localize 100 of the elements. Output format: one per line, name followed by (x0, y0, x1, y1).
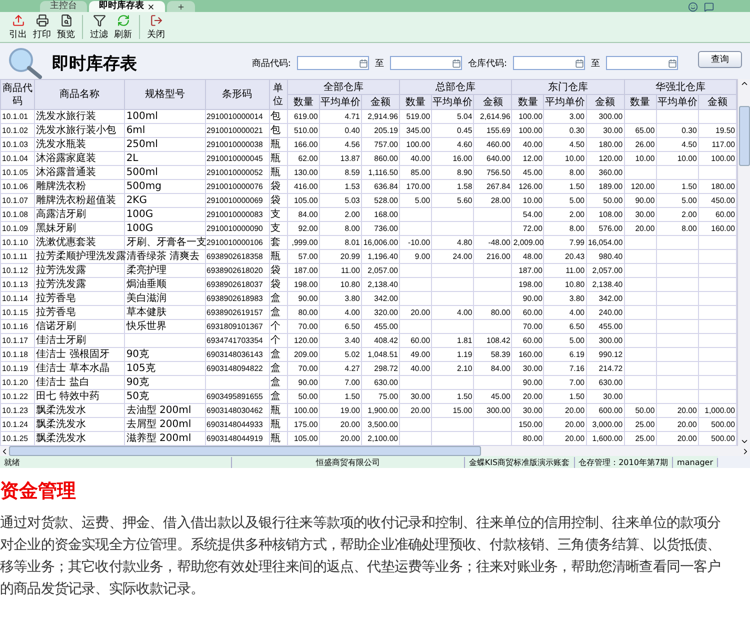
toolbar-button[interactable]: 关闭 (144, 14, 168, 40)
table-cell: 拉芳洗发露 (34, 264, 125, 278)
table-cell (624, 334, 656, 348)
table-cell: 田七 特效中药 (34, 390, 125, 404)
table-cell: 90克 (124, 348, 206, 362)
column-group-header: 东门仓库 (512, 80, 624, 94)
table-cell (400, 320, 432, 334)
report-title: 即时库存表 (52, 52, 137, 74)
table-cell (400, 376, 432, 390)
column-header: 金额 (474, 94, 512, 110)
column-header: 规格型号 (124, 80, 206, 110)
table-cell: 高露洁牙刷 (34, 208, 125, 222)
toolbar-button[interactable]: 打印 (30, 14, 54, 40)
range-separator: 至 (374, 58, 384, 70)
table-cell: 拉芳香皂 (34, 292, 125, 306)
column-header: 数量 (512, 94, 544, 110)
tab[interactable]: 即时库存表 (89, 1, 165, 12)
input-field[interactable] (390, 56, 462, 70)
table-cell: 草本健肤 (124, 306, 206, 320)
input-field[interactable] (606, 56, 678, 70)
column-group-header: 华强北仓库 (624, 80, 737, 94)
scrollbar-thumb[interactable] (738, 106, 750, 166)
vertical-scrollbar[interactable] (737, 79, 750, 446)
table-cell: 100ml (124, 110, 206, 124)
smiley-icon[interactable] (688, 2, 698, 12)
table-cell (624, 320, 656, 334)
table-cell: 沐浴露家庭装 (34, 152, 125, 166)
status-text: 金蝶KIS商贸标准版演示账套 (464, 456, 575, 468)
column-header: 条形码 (205, 80, 270, 110)
column-header: 商品名称 (34, 80, 125, 110)
toolbar-button[interactable]: 预览 (54, 14, 78, 40)
table-cell (400, 418, 432, 432)
column-header: 金额 (361, 94, 400, 110)
query-button[interactable]: 查询 (698, 51, 742, 68)
picker-icon[interactable] (575, 58, 584, 68)
table-cell (474, 278, 512, 292)
table-cell: 沐浴露普通装 (34, 166, 125, 180)
table-cell (432, 292, 474, 306)
toolbar-button[interactable]: 刷新 (111, 14, 135, 40)
toolbar-button[interactable]: 引出 (6, 14, 30, 40)
table-cell: 盒 (269, 390, 288, 404)
column-group-header: 全部仓库 (287, 80, 400, 94)
table-cell: 个 (269, 320, 288, 334)
document-search-icon (60, 14, 72, 26)
table-cell (656, 320, 698, 334)
table-cell: 支 (269, 208, 288, 222)
input-field[interactable] (513, 56, 585, 70)
table-cell (474, 292, 512, 306)
table-cell: 信诺牙刷 (34, 320, 125, 334)
section-heading: 资金管理 (0, 480, 77, 504)
table-cell (624, 166, 656, 180)
close-icon[interactable] (147, 2, 155, 10)
table-cell: 洗漱优惠套装 (34, 236, 125, 250)
table-cell (400, 208, 432, 222)
column-group-header: 总部仓库 (400, 80, 512, 94)
table-cell (474, 222, 512, 236)
column-header: 数量 (400, 94, 432, 110)
table-cell: 雕牌洗衣粉超值装 (34, 194, 125, 208)
scrollbar-thumb[interactable] (9, 446, 481, 456)
table-cell (624, 306, 656, 320)
table-cell (624, 390, 656, 404)
table-cell: 柔亮护理 (124, 264, 206, 278)
table-cell: 拉芳香皂 (34, 306, 125, 320)
exit-door-icon (150, 14, 162, 26)
tab[interactable]: 主控台 (40, 1, 87, 12)
table-cell (656, 376, 698, 390)
table-cell (432, 376, 474, 390)
table-cell (656, 236, 698, 250)
picker-icon[interactable] (668, 58, 677, 68)
table-cell (400, 292, 432, 306)
picker-icon[interactable] (358, 58, 368, 68)
table-cell (624, 292, 656, 306)
picker-icon[interactable] (452, 58, 461, 68)
table-cell: 6ml (124, 124, 206, 138)
input-field[interactable] (296, 56, 369, 70)
table-cell (432, 208, 474, 222)
table-cell: 洗发水旅行装小包 (34, 124, 125, 138)
table-cell (624, 264, 656, 278)
table-cell: 500ml (124, 166, 206, 180)
toolbar-button[interactable]: 过滤 (87, 14, 111, 40)
table-cell: 100G (124, 208, 206, 222)
table-cell: 佳洁士 强根固牙 (34, 348, 125, 362)
new-tab-button[interactable] (167, 1, 195, 12)
horizontal-scrollbar[interactable] (0, 446, 750, 456)
table-cell (656, 292, 698, 306)
table-cell (432, 320, 474, 334)
table-cell: 飘柔洗发水 (34, 418, 125, 432)
table-cell (624, 376, 656, 390)
filter-icon (92, 14, 106, 26)
table-cell: 盒 (269, 362, 288, 376)
table-cell: 瓶 (269, 250, 288, 264)
table-cell: 袋 (269, 278, 288, 292)
table-cell (624, 278, 656, 292)
table-cell: 清香绿茶 清爽去 (124, 250, 206, 264)
table-cell: 2KG (124, 194, 206, 208)
table-cell (400, 278, 432, 292)
table-cell: 套 (269, 236, 288, 250)
table-cell: 雕牌洗衣粉 (34, 180, 125, 194)
message-icon[interactable] (704, 2, 714, 12)
table-cell (474, 264, 512, 278)
